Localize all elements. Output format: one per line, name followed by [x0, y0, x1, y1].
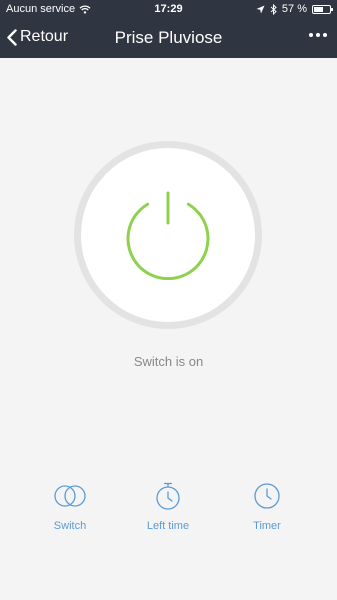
clock-icon	[254, 483, 280, 509]
page-title: Prise Pluviose	[114, 28, 223, 47]
switch-state-text: Switch is on	[133, 354, 204, 369]
status-right: 57 %	[256, 3, 333, 15]
power-button-face	[81, 148, 255, 322]
battery-percent: 57 %	[281, 3, 307, 15]
app-header: Aucun service 17:29 57 % Retour Prise Pl…	[0, 0, 337, 58]
tab-left-time-label: Left time	[146, 520, 190, 532]
status-bar: Aucun service 17:29 57 %	[0, 0, 337, 18]
tab-timer-label: Timer	[253, 520, 281, 532]
switch-circles-icon	[54, 485, 86, 507]
power-toggle-button[interactable]	[74, 141, 262, 329]
battery-icon	[312, 4, 333, 14]
stopwatch-icon	[156, 482, 180, 510]
power-icon	[126, 191, 210, 280]
more-icon[interactable]	[309, 33, 327, 37]
tab-left-time[interactable]: Left time	[123, 482, 213, 532]
bluetooth-icon	[270, 3, 277, 15]
tab-timer[interactable]: Timer	[222, 482, 312, 532]
tab-switch-label: Switch	[53, 520, 87, 532]
battery-level-fill	[314, 6, 323, 12]
location-arrow-icon	[256, 5, 265, 13]
navigation-bar: Retour Prise Pluviose	[0, 20, 337, 58]
tab-switch[interactable]: Switch	[25, 482, 115, 532]
